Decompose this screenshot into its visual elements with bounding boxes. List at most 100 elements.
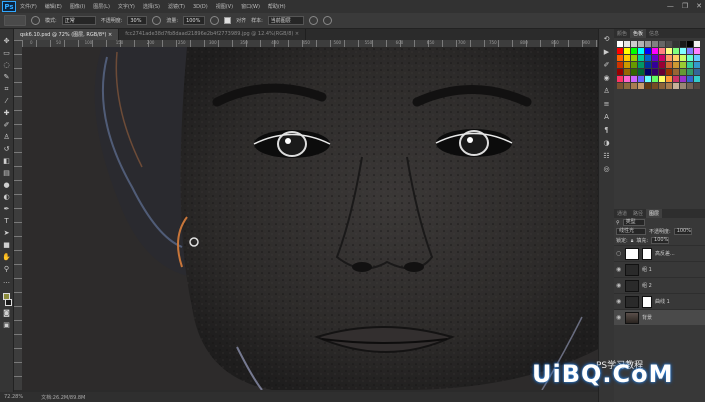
color-swatch[interactable]: [645, 83, 651, 89]
color-swatch[interactable]: [617, 69, 623, 75]
blur-tool-icon[interactable]: ●: [2, 181, 11, 190]
layer-row[interactable]: ◉ 组 1: [614, 261, 705, 277]
color-swatch[interactable]: [666, 76, 672, 82]
color-swatch[interactable]: [673, 55, 679, 61]
color-swatch[interactable]: [652, 83, 658, 89]
paragraph-icon[interactable]: ¶: [602, 126, 611, 135]
menu-window[interactable]: 窗口(W): [241, 3, 260, 10]
color-swatch[interactable]: [687, 55, 693, 61]
color-swatch[interactable]: [659, 76, 665, 82]
color-swatch[interactable]: [624, 83, 630, 89]
color-swatch[interactable]: [652, 48, 658, 54]
color-swatch[interactable]: [680, 41, 686, 47]
color-swatch[interactable]: [687, 41, 693, 47]
color-swatch[interactable]: [673, 83, 679, 89]
color-swatch[interactable]: [631, 69, 637, 75]
color-swatch[interactable]: [666, 41, 672, 47]
color-swatch[interactable]: [687, 48, 693, 54]
aligned-checkbox[interactable]: [224, 17, 232, 24]
healing-brush-tool-icon[interactable]: ✚: [2, 109, 11, 118]
screen-mode-icon[interactable]: ▣: [2, 321, 11, 330]
quick-mask-icon[interactable]: ◙: [2, 309, 11, 318]
pen-tool-icon[interactable]: ✒: [2, 205, 11, 214]
menu-image[interactable]: 图像(I): [70, 3, 85, 10]
menu-file[interactable]: 文件(F): [20, 3, 37, 10]
lasso-tool-icon[interactable]: ◌: [2, 61, 11, 70]
history-brush-tool-icon[interactable]: ↺: [2, 145, 11, 154]
layer-opacity-field[interactable]: 100%: [673, 228, 692, 235]
character-icon[interactable]: A: [602, 113, 611, 122]
color-swatch[interactable]: [673, 48, 679, 54]
layer-row[interactable]: ◉ 组 2: [614, 277, 705, 293]
color-swatch[interactable]: [652, 76, 658, 82]
tab-channels[interactable]: 通道: [614, 209, 630, 218]
color-swatch[interactable]: [631, 76, 637, 82]
color-swatch[interactable]: [659, 41, 665, 47]
color-swatch[interactable]: [645, 62, 651, 68]
color-swatch[interactable]: [617, 48, 623, 54]
tab-color[interactable]: 颜色: [614, 29, 630, 38]
hand-tool-icon[interactable]: ✋: [2, 253, 11, 262]
edit-toolbar-icon[interactable]: …: [2, 277, 11, 286]
eraser-tool-icon[interactable]: ◧: [2, 157, 11, 166]
color-swatch[interactable]: [687, 76, 693, 82]
color-swatch[interactable]: [687, 69, 693, 75]
color-swatch[interactable]: [694, 48, 700, 54]
color-swatch[interactable]: [638, 83, 644, 89]
tab-qsk-psd[interactable]: qsk6.10.psd @ 72% (图层, RGB/8*) ×: [14, 29, 120, 40]
color-swatch[interactable]: [631, 41, 637, 47]
color-swatch[interactable]: [638, 62, 644, 68]
fill-field[interactable]: 100%: [651, 237, 670, 244]
tab-reference-jpg[interactable]: fcc2741ade38d7fb8daad21896e2b4f2773989.j…: [119, 29, 307, 40]
actions-icon[interactable]: ▶: [602, 48, 611, 57]
tool-preset-picker[interactable]: [4, 15, 26, 26]
color-swatch[interactable]: [659, 83, 665, 89]
color-swatch[interactable]: [631, 55, 637, 61]
blend-mode-select[interactable]: 线性光: [616, 228, 646, 235]
quick-select-tool-icon[interactable]: ✎: [2, 73, 11, 82]
color-swatch[interactable]: [680, 83, 686, 89]
brush-size-icon[interactable]: [31, 16, 40, 25]
color-swatch[interactable]: [680, 55, 686, 61]
color-swatch[interactable]: [638, 69, 644, 75]
path-select-tool-icon[interactable]: ➤: [2, 229, 11, 238]
menu-layer[interactable]: 图层(L): [93, 3, 110, 10]
layer-mask-thumbnail[interactable]: [642, 247, 652, 260]
color-swatch[interactable]: [631, 62, 637, 68]
color-swatch[interactable]: [687, 62, 693, 68]
tab-swatches[interactable]: 色板: [630, 29, 647, 38]
zoom-tool-icon[interactable]: ⚲: [2, 265, 11, 274]
tab-info[interactable]: 信息: [646, 29, 662, 38]
airbrush-icon[interactable]: [210, 16, 220, 25]
type-tool-icon[interactable]: T: [2, 217, 11, 226]
color-swatch[interactable]: [666, 48, 672, 54]
color-swatch[interactable]: [624, 48, 630, 54]
color-swatch[interactable]: [694, 62, 700, 68]
close-button[interactable]: ✕: [696, 2, 702, 10]
color-swatch[interactable]: [638, 48, 644, 54]
layer-row[interactable]: ◉ 曲线 1: [614, 293, 705, 309]
menu-help[interactable]: 帮助(H): [268, 3, 286, 10]
gradient-tool-icon[interactable]: ▤: [2, 169, 11, 178]
menu-edit[interactable]: 编辑(E): [45, 3, 62, 10]
color-swatch[interactable]: [638, 76, 644, 82]
menu-3d[interactable]: 3D(D): [193, 4, 208, 10]
color-swatch[interactable]: [624, 76, 630, 82]
clone-source-icon[interactable]: ♙: [602, 87, 611, 96]
color-swatch[interactable]: [659, 62, 665, 68]
color-swatch[interactable]: [673, 69, 679, 75]
eyedropper-tool-icon[interactable]: ⁄: [2, 97, 11, 106]
visibility-eye-icon[interactable]: ◉: [616, 266, 622, 273]
menu-select[interactable]: 选择(S): [143, 3, 160, 10]
plugin-icon[interactable]: ◎: [602, 165, 611, 174]
color-swatch[interactable]: [659, 69, 665, 75]
glyphs-icon[interactable]: ☷: [602, 152, 611, 161]
color-swatch[interactable]: [694, 69, 700, 75]
pressure-size-icon[interactable]: [322, 16, 332, 25]
color-swatch[interactable]: [673, 41, 679, 47]
color-swatch[interactable]: [624, 55, 630, 61]
color-swatch[interactable]: [624, 41, 630, 47]
color-swatch[interactable]: [645, 76, 651, 82]
color-swatch[interactable]: [652, 62, 658, 68]
color-swatch[interactable]: [652, 69, 658, 75]
